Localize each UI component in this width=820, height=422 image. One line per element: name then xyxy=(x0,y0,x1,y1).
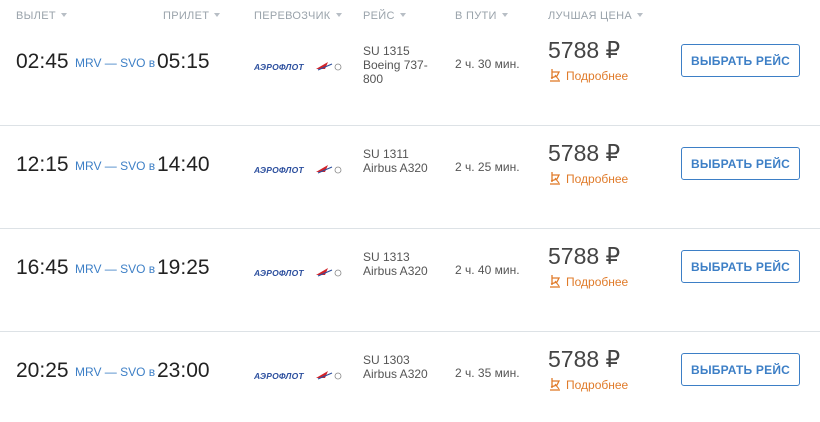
route-link[interactable]: MRV — SVO в xyxy=(75,56,155,70)
chevron-down-icon xyxy=(60,13,67,17)
sort-arrival-label: ПРИЛЕТ xyxy=(163,10,210,22)
details-label: Подробнее xyxy=(566,275,629,289)
flight-number: SU 1311 xyxy=(363,147,409,161)
flight-row: 16:45 MRV — SVO в 19:25 АЭРОФЛОТ SU 1313… xyxy=(0,230,820,332)
flight-number: SU 1303 xyxy=(363,353,410,367)
aeroflot-logo: АЭРОФЛОТ xyxy=(254,62,342,72)
price: 5788 ₽ xyxy=(548,140,621,166)
details-label: Подробнее xyxy=(566,69,629,83)
sort-departure-label: ВЫЛЕТ xyxy=(16,10,56,22)
sort-price-label: ЛУЧШАЯ ЦЕНА xyxy=(548,10,633,22)
price: 5788 ₽ xyxy=(548,243,621,269)
details-link[interactable]: Подробнее xyxy=(548,274,628,289)
sort-flight-label: РЕЙС xyxy=(363,10,395,22)
sort-flight[interactable]: РЕЙС xyxy=(363,10,406,22)
row-divider xyxy=(0,228,820,229)
fare-details-icon xyxy=(550,275,561,288)
select-flight-button[interactable]: ВЫБРАТЬ РЕЙС xyxy=(681,44,800,77)
chevron-down-icon xyxy=(214,13,221,17)
sort-duration-label: В ПУТИ xyxy=(455,10,497,22)
select-flight-button[interactable]: ВЫБРАТЬ РЕЙС xyxy=(681,250,800,283)
aeroflot-logo: АЭРОФЛОТ xyxy=(254,371,342,381)
flight-duration: 2 ч. 30 мин. xyxy=(455,57,520,71)
chevron-down-icon xyxy=(335,13,342,17)
flight-info: SU 1303 Airbus A320 xyxy=(363,353,443,381)
aircraft-type: Boeing 737-800 xyxy=(363,58,428,86)
select-flight-button[interactable]: ВЫБРАТЬ РЕЙС xyxy=(681,353,800,386)
flight-row: 02:45 MRV — SVO в 05:15 АЭРОФЛОТ SU 1315… xyxy=(0,24,820,126)
sort-duration[interactable]: В ПУТИ xyxy=(455,10,508,22)
arrival-time: 05:15 xyxy=(157,50,210,73)
details-link[interactable]: Подробнее xyxy=(548,377,628,392)
flight-duration: 2 ч. 25 мин. xyxy=(455,160,520,174)
departure-time: 16:45 xyxy=(16,256,69,279)
details-link[interactable]: Подробнее xyxy=(548,171,628,186)
fare-details-icon xyxy=(550,69,561,82)
arrival-time: 23:00 xyxy=(157,359,210,382)
row-divider xyxy=(0,331,820,332)
arrival-time: 14:40 xyxy=(157,153,210,176)
flight-duration: 2 ч. 35 мин. xyxy=(455,366,520,380)
chevron-down-icon xyxy=(637,13,644,17)
aircraft-type: Airbus A320 xyxy=(363,161,428,175)
aircraft-type: Airbus A320 xyxy=(363,264,428,278)
price: 5788 ₽ xyxy=(548,346,621,372)
details-label: Подробнее xyxy=(566,172,629,186)
flight-row: 12:15 MRV — SVO в 14:40 АЭРОФЛОТ SU 1311… xyxy=(0,127,820,229)
price: 5788 ₽ xyxy=(548,37,621,63)
flight-row: 20:25 MRV — SVO в 23:00 АЭРОФЛОТ SU 1303… xyxy=(0,333,820,422)
route-link[interactable]: MRV — SVO в xyxy=(75,365,155,379)
aeroflot-logo: АЭРОФЛОТ xyxy=(254,165,342,175)
flight-number: SU 1313 xyxy=(363,250,410,264)
route-link[interactable]: MRV — SVO в xyxy=(75,262,155,276)
flight-info: SU 1315 Boeing 737-800 xyxy=(363,44,443,86)
departure-time: 12:15 xyxy=(16,153,69,176)
svg-text:АЭРОФЛОТ: АЭРОФЛОТ xyxy=(254,371,304,381)
departure-time: 20:25 xyxy=(16,359,69,382)
details-link[interactable]: Подробнее xyxy=(548,68,628,83)
flight-info: SU 1311 Airbus A320 xyxy=(363,147,443,175)
fare-details-icon xyxy=(550,378,561,391)
svg-text:АЭРОФЛОТ: АЭРОФЛОТ xyxy=(254,62,304,72)
chevron-down-icon xyxy=(501,13,508,17)
fare-details-icon xyxy=(550,172,561,185)
sort-arrival[interactable]: ПРИЛЕТ xyxy=(163,10,221,22)
departure-time: 02:45 xyxy=(16,50,69,73)
sort-departure[interactable]: ВЫЛЕТ xyxy=(16,10,67,22)
sort-carrier-label: ПЕРЕВОЗЧИК xyxy=(254,10,331,22)
sort-carrier[interactable]: ПЕРЕВОЗЧИК xyxy=(254,10,342,22)
flight-duration: 2 ч. 40 мин. xyxy=(455,263,520,277)
svg-text:АЭРОФЛОТ: АЭРОФЛОТ xyxy=(254,268,304,278)
route-link[interactable]: MRV — SVO в xyxy=(75,159,155,173)
row-divider xyxy=(0,125,820,126)
svg-text:АЭРОФЛОТ: АЭРОФЛОТ xyxy=(254,165,304,175)
aeroflot-logo: АЭРОФЛОТ xyxy=(254,268,342,278)
chevron-down-icon xyxy=(399,13,406,17)
arrival-time: 19:25 xyxy=(157,256,210,279)
flight-number: SU 1315 xyxy=(363,44,410,58)
details-label: Подробнее xyxy=(566,378,629,392)
aircraft-type: Airbus A320 xyxy=(363,367,428,381)
select-flight-button[interactable]: ВЫБРАТЬ РЕЙС xyxy=(681,147,800,180)
sort-price[interactable]: ЛУЧШАЯ ЦЕНА xyxy=(548,10,644,22)
flight-info: SU 1313 Airbus A320 xyxy=(363,250,443,278)
